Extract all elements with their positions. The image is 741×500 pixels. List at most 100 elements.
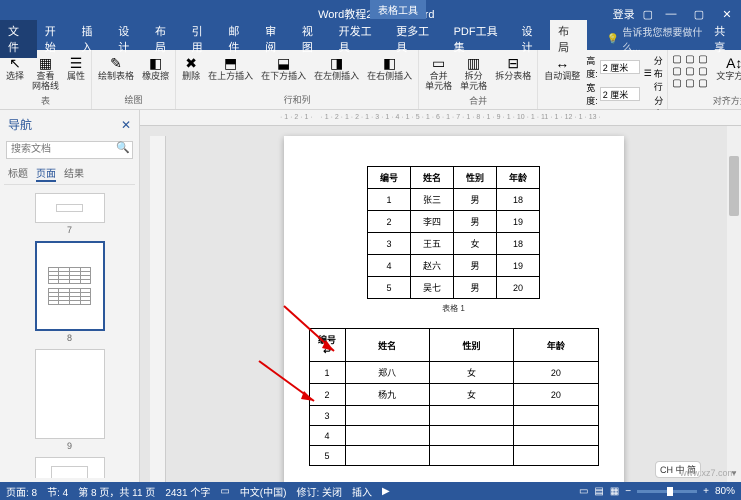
group-label-alignment: 对齐方式 <box>672 93 741 108</box>
status-bar: 页面: 8 节: 4 第 8 页，共 11 页 2431 个字 ▭ 中文(中国)… <box>0 482 741 500</box>
table-header: 年龄 <box>497 167 540 189</box>
status-lang-icon: ▭ <box>220 486 229 497</box>
scrollbar-thumb[interactable] <box>729 156 739 216</box>
align-ml-icon[interactable]: ▢ <box>672 66 684 77</box>
table-row[interactable]: 5 <box>309 446 598 466</box>
nav-title: 导航 <box>8 116 32 133</box>
tell-me-search[interactable]: 💡 告诉我您想要做什么... <box>607 24 714 54</box>
document-area[interactable]: · 1 · 2 · 1 · · 1 · 2 · 1 · 2 · 1 · 3 · … <box>140 110 741 482</box>
cursor-icon: ↖ <box>7 55 23 71</box>
status-track[interactable]: 修订: 关闭 <box>296 484 342 499</box>
table-row[interactable]: 3 <box>309 406 598 426</box>
view-gridlines-button[interactable]: ▦查看网格线 <box>30 54 61 93</box>
status-insert[interactable]: 插入 <box>352 484 372 499</box>
table-row[interactable]: 5吴七男20 <box>367 277 539 299</box>
align-bl-icon[interactable]: ▢ <box>672 78 684 89</box>
insert-right-button[interactable]: ◧在右侧插入 <box>365 54 414 83</box>
nav-tab-results[interactable]: 结果 <box>64 165 84 182</box>
align-br-icon[interactable]: ▢ <box>698 78 710 89</box>
table-row[interactable]: 1张三男18 <box>367 189 539 211</box>
insert-left-button[interactable]: ◨在左侧插入 <box>312 54 361 83</box>
close-button[interactable]: ✕ <box>717 8 737 21</box>
eraser-button[interactable]: ◧橡皮擦 <box>140 54 171 83</box>
document-page[interactable]: 编号姓名性别年龄1张三男182李四男193王五女184赵六男195吴七男20 表… <box>284 136 624 482</box>
table-row[interactable]: 2李四男19 <box>367 211 539 233</box>
vertical-ruler[interactable] <box>150 136 166 482</box>
minimize-button[interactable]: — <box>661 8 681 20</box>
draw-table-button[interactable]: ✎绘制表格 <box>96 54 136 83</box>
pencil-icon: ✎ <box>108 55 124 71</box>
status-page[interactable]: 页面: 8 <box>6 484 37 499</box>
search-icon[interactable]: 🔍 <box>116 141 130 154</box>
table-1[interactable]: 编号姓名性别年龄1张三男182李四男193王五女184赵六男195吴七男20 <box>367 166 540 299</box>
ribbon: ↖选择 ▦查看网格线 ☰属性 表 ✎绘制表格 ◧橡皮擦 绘图 ✖删除 ⬒在上方插… <box>0 50 741 110</box>
zoom-level[interactable]: 80% <box>715 486 735 497</box>
alignment-grid[interactable]: ▢▢▢ ▢▢▢ ▢▢▢ <box>672 54 710 89</box>
status-record-icon[interactable]: ▶ <box>382 486 390 497</box>
group-label-rows-cols: 行和列 <box>180 92 414 107</box>
view-read-icon[interactable]: ▭ <box>579 486 588 497</box>
insert-above-icon: ⬒ <box>223 55 239 71</box>
nav-tab-pages[interactable]: 页面 <box>36 165 56 182</box>
height-label: 高度: <box>586 54 598 80</box>
vertical-scrollbar[interactable]: ▾ <box>727 126 741 482</box>
eraser-icon: ◧ <box>148 55 164 71</box>
status-pages[interactable]: 第 8 页，共 11 页 <box>78 484 155 499</box>
col-width-input[interactable] <box>600 87 640 101</box>
align-tr-icon[interactable]: ▢ <box>698 54 710 65</box>
align-mr-icon[interactable]: ▢ <box>698 66 710 77</box>
merge-cells-button[interactable]: ▭合并单元格 <box>423 54 454 93</box>
view-print-icon[interactable]: ▤ <box>594 486 603 497</box>
zoom-out-button[interactable]: − <box>625 486 631 497</box>
horizontal-ruler[interactable]: · 1 · 2 · 1 · · 1 · 2 · 1 · 2 · 1 · 3 · … <box>140 110 741 126</box>
view-web-icon[interactable]: ▦ <box>610 486 619 497</box>
autofit-button[interactable]: ↔自动调整 <box>542 54 582 83</box>
table-row[interactable]: 3王五女18 <box>367 233 539 255</box>
split-cells-button[interactable]: ▥拆分单元格 <box>458 54 489 93</box>
delete-button[interactable]: ✖删除 <box>180 54 202 83</box>
grid-icon: ▦ <box>38 55 54 71</box>
insert-above-button[interactable]: ⬒在上方插入 <box>206 54 255 83</box>
status-words[interactable]: 2431 个字 <box>165 484 210 499</box>
context-tab-label: 表格工具 <box>370 0 426 19</box>
properties-button[interactable]: ☰属性 <box>65 54 87 83</box>
align-tc-icon[interactable]: ▢ <box>685 54 697 65</box>
split-icon: ▥ <box>466 55 482 71</box>
align-bc-icon[interactable]: ▢ <box>685 78 697 89</box>
table-header: 姓名 <box>345 329 429 362</box>
zoom-slider[interactable] <box>637 490 697 493</box>
menu-bar: 文件 开始 插入 设计 布局 引用 邮件 审阅 视图 开发工具 更多工具 PDF… <box>0 28 741 50</box>
thumb-page-9[interactable] <box>35 349 105 439</box>
thumb-page-7[interactable] <box>35 193 105 223</box>
text-direction-button[interactable]: A↕文字方向 <box>714 54 741 83</box>
status-language[interactable]: 中文(中国) <box>240 484 287 499</box>
table-row[interactable]: 1郑八女20 <box>309 362 598 384</box>
nav-tab-headings[interactable]: 标题 <box>8 165 28 182</box>
table-row[interactable]: 4 <box>309 426 598 446</box>
select-button[interactable]: ↖选择 <box>4 54 26 83</box>
table-2[interactable]: 编号↩姓名性别年龄1郑八女202杨九女20345 <box>309 328 599 466</box>
insert-left-icon: ◨ <box>329 55 345 71</box>
zoom-in-button[interactable]: + <box>703 486 709 497</box>
nav-search-input[interactable] <box>6 141 133 159</box>
table-row[interactable]: 4赵六男19 <box>367 255 539 277</box>
status-section[interactable]: 节: 4 <box>47 484 68 499</box>
insert-below-button[interactable]: ⬓在下方插入 <box>259 54 308 83</box>
align-mc-icon[interactable]: ▢ <box>685 66 697 77</box>
row-height-input[interactable] <box>600 60 640 74</box>
insert-right-icon: ◧ <box>382 55 398 71</box>
table-row[interactable]: 2杨九女20 <box>309 384 598 406</box>
split-table-button[interactable]: ⊟拆分表格 <box>493 54 533 83</box>
align-tl-icon[interactable]: ▢ <box>672 54 684 65</box>
thumb-page-8[interactable] <box>35 241 105 331</box>
ribbon-options-icon[interactable]: ▢ <box>643 8 653 21</box>
maximize-button[interactable]: ▢ <box>689 8 709 21</box>
thumb-page-10[interactable] <box>35 457 105 479</box>
table-header: 姓名 <box>410 167 453 189</box>
split-table-icon: ⊟ <box>505 55 521 71</box>
login-link[interactable]: 登录 <box>613 6 635 22</box>
nav-close-icon[interactable]: ✕ <box>121 118 131 132</box>
table-header: 性别 <box>454 167 497 189</box>
distribute-rows-button[interactable]: ☰分布行 <box>644 54 664 93</box>
page-thumbnails: 7 8 9 10 <box>4 185 135 479</box>
